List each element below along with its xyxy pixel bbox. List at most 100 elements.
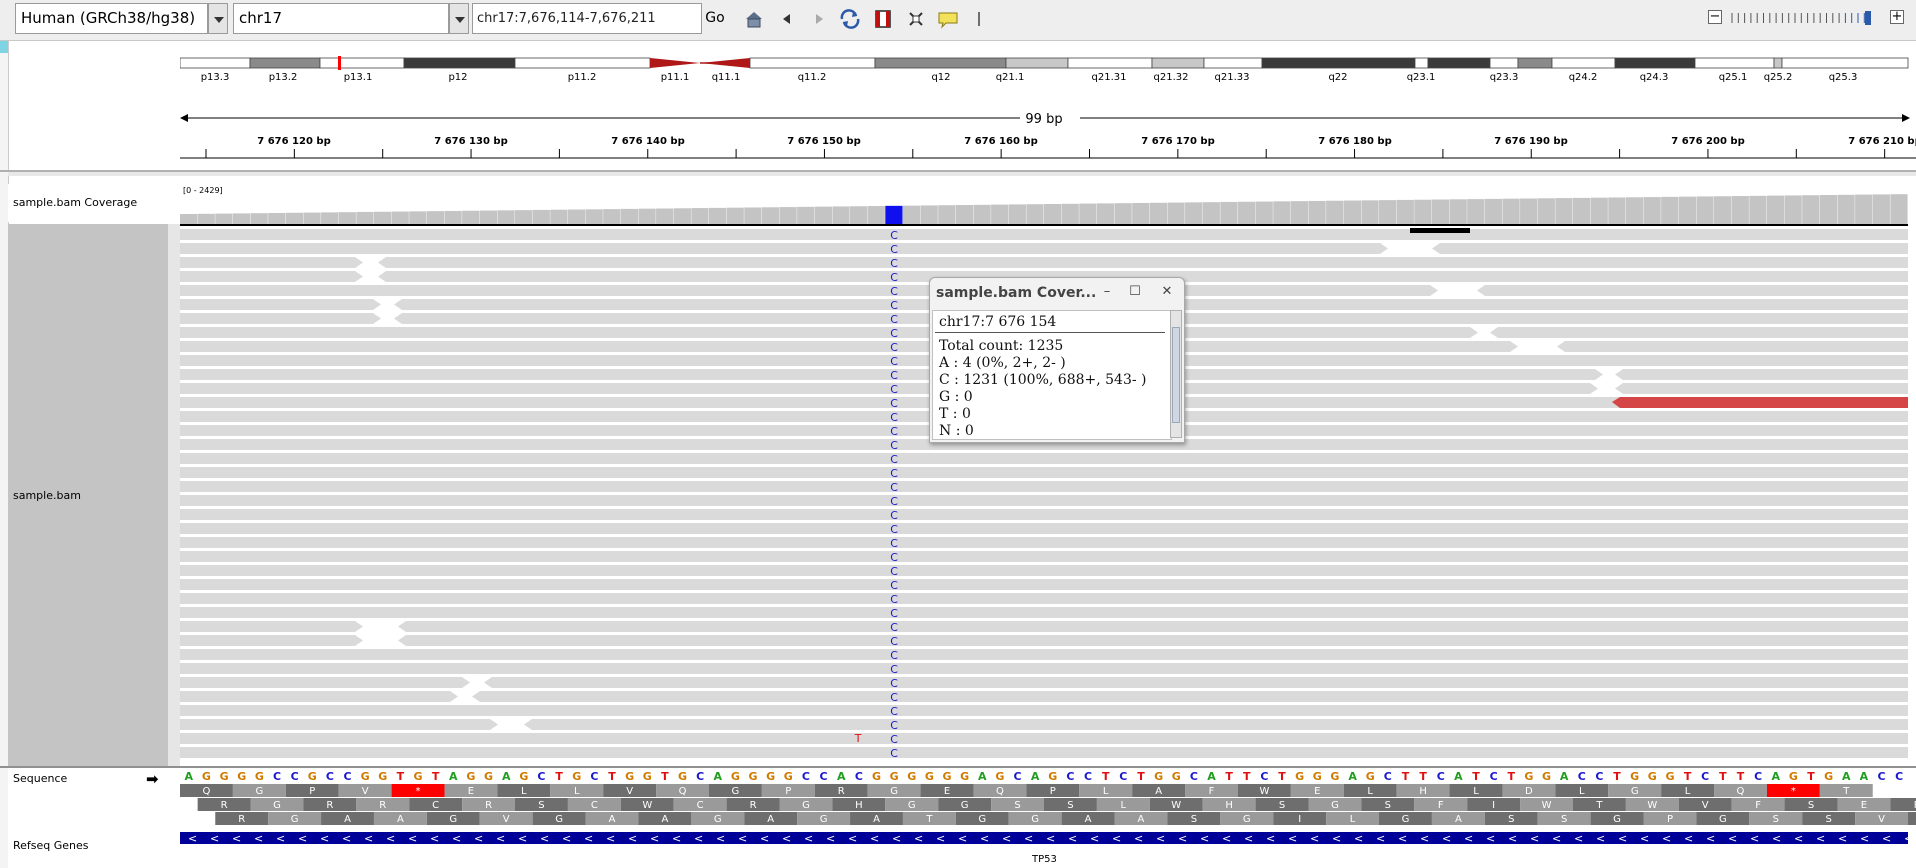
coverage-bar[interactable] (250, 213, 268, 224)
coverage-bar[interactable] (1361, 200, 1379, 224)
coverage-bar[interactable] (1008, 204, 1026, 224)
coverage-bar[interactable] (1061, 203, 1079, 224)
coverage-bar[interactable] (1802, 195, 1820, 224)
coverage-bar[interactable] (444, 210, 462, 224)
coverage-bar[interactable] (532, 209, 550, 224)
coverage-bar[interactable] (1555, 198, 1573, 224)
coverage-bar[interactable] (955, 205, 974, 224)
coverage-bar[interactable] (779, 207, 797, 224)
coverage-bar[interactable] (497, 210, 515, 224)
alignment-read[interactable] (180, 523, 1908, 534)
coverage-name-panel[interactable]: sample.bam Coverage (8, 184, 170, 222)
coverage-track[interactable] (180, 184, 1916, 228)
alignment-read[interactable] (180, 635, 1908, 646)
alignment-read[interactable] (180, 663, 1908, 674)
coverage-bar[interactable] (1678, 196, 1697, 224)
coverage-bar[interactable] (656, 208, 674, 224)
coverage-bar[interactable] (638, 208, 656, 224)
close-icon[interactable]: ✕ (1158, 283, 1176, 301)
coverage-bar[interactable] (885, 205, 903, 224)
coverage-bar[interactable] (1890, 194, 1908, 224)
coverage-bar[interactable] (1326, 200, 1344, 224)
coverage-bar[interactable] (462, 210, 480, 224)
coverage-bar[interactable] (902, 205, 921, 224)
alignment-read[interactable] (180, 733, 1908, 744)
chromosome-dropdown-arrow[interactable] (449, 3, 469, 34)
coverage-bar[interactable] (973, 204, 991, 224)
coverage-bar[interactable] (232, 213, 251, 224)
alignment-read[interactable] (180, 747, 1908, 758)
coverage-bar[interactable] (268, 212, 286, 224)
coverage-bar[interactable] (603, 209, 621, 224)
alignment-name-panel[interactable]: sample.bam (8, 224, 168, 766)
strand-arrow-icon[interactable]: ➡ (146, 770, 159, 788)
coverage-bar[interactable] (1625, 197, 1644, 224)
coverage-bar[interactable] (1414, 199, 1432, 224)
coverage-bar[interactable] (285, 212, 304, 224)
coverage-bar[interactable] (1872, 194, 1890, 224)
coverage-bar[interactable] (1026, 204, 1044, 224)
coverage-bar[interactable] (867, 206, 885, 224)
alignment-read[interactable] (180, 257, 1908, 268)
coverage-bar[interactable] (814, 206, 833, 224)
coverage-bar[interactable] (1096, 203, 1115, 224)
coverage-bar[interactable] (1731, 196, 1749, 224)
chromosome-ideogram[interactable]: p13.3 p13.2 p13.1 p12 p11.2 p11.1 q11.1 q11.2 q1… (179, 54, 1916, 86)
coverage-bar[interactable] (726, 207, 744, 224)
coverage-bar[interactable] (356, 211, 374, 224)
coverage-bar[interactable] (1784, 195, 1802, 224)
popup-scrollbar[interactable] (1170, 310, 1182, 438)
coverage-bar[interactable] (832, 206, 850, 224)
coverage-bar[interactable] (938, 205, 956, 224)
coverage-bar[interactable] (180, 214, 198, 224)
coverage-bar[interactable] (850, 206, 868, 224)
coverage-bar[interactable] (620, 208, 639, 224)
coverage-bar[interactable] (1308, 200, 1326, 224)
popup-scroll-thumb[interactable] (1172, 327, 1180, 423)
zoom-slider[interactable] (1728, 10, 1878, 25)
coverage-bar[interactable] (1343, 200, 1361, 224)
alignment-read[interactable] (180, 551, 1908, 562)
coverage-bar[interactable] (761, 207, 780, 224)
coverage-bar[interactable] (550, 209, 568, 224)
ruler-toggle-icon[interactable] (968, 8, 990, 30)
coverage-bar[interactable] (708, 207, 727, 224)
coverage-bar[interactable] (1449, 199, 1467, 224)
coverage-bar[interactable] (1220, 201, 1238, 224)
resize-icon[interactable] (905, 8, 927, 30)
zoom-thumb[interactable] (1865, 11, 1871, 25)
coverage-bar[interactable] (1255, 201, 1273, 224)
coverage-bar[interactable] (303, 212, 321, 224)
alignment-read[interactable] (180, 607, 1908, 618)
coverage-bar[interactable] (691, 208, 709, 224)
coverage-bar[interactable] (1185, 202, 1203, 224)
alignment-read[interactable] (180, 705, 1908, 716)
coverage-bar[interactable] (409, 211, 427, 224)
chromosome-dropdown[interactable]: chr17 (233, 3, 449, 34)
coverage-bar[interactable] (1608, 197, 1626, 224)
coverage-bar[interactable] (1572, 197, 1591, 224)
coverage-bar[interactable] (1132, 202, 1150, 224)
coverage-bar[interactable] (1467, 199, 1485, 224)
coverage-bar[interactable] (1714, 196, 1732, 224)
coverage-bar[interactable] (479, 210, 497, 224)
coverage-bar[interactable] (1167, 202, 1185, 224)
coverage-bar[interactable] (744, 207, 762, 224)
coverage-bar[interactable] (1431, 199, 1450, 224)
coverage-bar[interactable] (1396, 199, 1414, 224)
back-icon[interactable] (776, 8, 798, 30)
coverage-bar[interactable] (1484, 198, 1503, 224)
alignment-read[interactable] (180, 579, 1908, 590)
alignment-read[interactable] (180, 509, 1908, 520)
coverage-bar[interactable] (1819, 195, 1838, 224)
ruler[interactable]: 99 bp 7 676 120 bp 7 676 130 bp 7 676 140 b… (180, 106, 1916, 170)
coverage-bar[interactable] (1837, 194, 1855, 224)
coverage-bar[interactable] (1766, 195, 1785, 224)
coverage-bar[interactable] (1237, 201, 1256, 224)
coverage-popup-window[interactable]: sample.bam Cover... – ☐ ✕ chr17:7 676 15… (929, 277, 1185, 443)
coverage-bar[interactable] (1273, 201, 1291, 224)
roi-icon[interactable] (872, 8, 894, 30)
coverage-bar[interactable] (1643, 197, 1661, 224)
coverage-bar[interactable] (797, 206, 815, 224)
coverage-bar[interactable] (321, 212, 339, 224)
